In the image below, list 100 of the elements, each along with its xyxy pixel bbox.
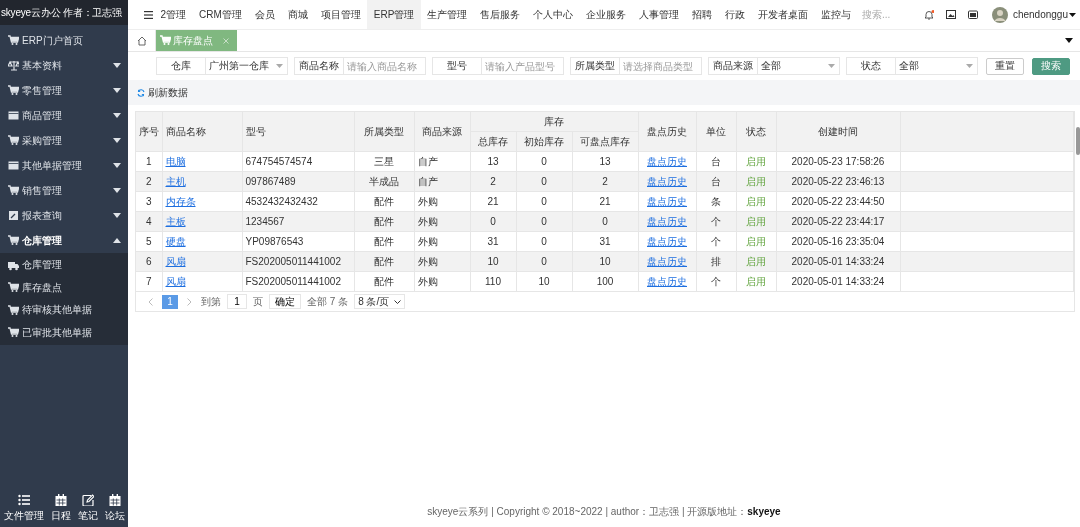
tool-button[interactable]: 笔记 xyxy=(77,494,98,523)
product-link[interactable]: 电脑 xyxy=(165,155,186,167)
status-text: 启用 xyxy=(746,255,766,267)
cart-icon xyxy=(8,327,19,339)
sidebar-subitem[interactable]: 待审核其他单据 xyxy=(0,299,128,322)
pager-label: 页 xyxy=(253,294,263,309)
sidebar-subitem[interactable]: 库存盘点 xyxy=(0,276,128,299)
status-text: 启用 xyxy=(746,175,766,187)
table-cell: 31 xyxy=(470,231,516,252)
nav-tab[interactable]: 个人中心 xyxy=(526,0,580,29)
list-icon xyxy=(17,494,30,506)
nav-tab[interactable]: 监控与 xyxy=(814,0,858,29)
column-header: 所属类型 xyxy=(354,112,414,152)
close-icon xyxy=(223,37,229,44)
nav-tab[interactable]: 项目管理 xyxy=(314,0,368,29)
nav-tab[interactable]: 招聘 xyxy=(685,0,719,29)
sidebar-item[interactable]: ERP门户首页 xyxy=(0,28,128,53)
caret-down-icon xyxy=(113,163,121,168)
nav-tab[interactable]: 2管理 xyxy=(154,0,193,29)
cart-icon xyxy=(8,304,19,316)
table-cell: 个 xyxy=(696,271,736,292)
table-cell: 13 xyxy=(470,151,516,172)
column-header: 盘点历史 xyxy=(638,112,696,152)
input-field[interactable]: 请输入产品型号 xyxy=(481,57,564,75)
sidebar-item[interactable]: 报表查询 xyxy=(0,203,128,228)
nav-tab[interactable]: 人事管理 xyxy=(632,0,686,29)
menu-icon xyxy=(144,10,153,19)
product-link[interactable]: 硬盘 xyxy=(165,235,186,247)
nav-tab[interactable]: 企业服务 xyxy=(579,0,633,29)
status-text: 启用 xyxy=(746,235,766,247)
confirm-button[interactable]: 确定 xyxy=(269,294,301,309)
tool-button[interactable]: 日程 xyxy=(50,494,71,523)
caret-down-icon xyxy=(113,138,121,143)
nav-tab[interactable]: 售后服务 xyxy=(473,0,527,29)
sidebar-item[interactable]: 其他单据管理 xyxy=(0,153,128,178)
table-cell: 1 xyxy=(136,151,162,172)
product-link[interactable]: 主机 xyxy=(165,175,186,187)
table-cell: 台 xyxy=(696,151,736,172)
nav-tab[interactable]: 开发者桌面 xyxy=(751,0,815,29)
chevron-right-icon xyxy=(187,297,192,306)
input-field[interactable]: 请选择商品类型 xyxy=(619,57,702,75)
nav-tab[interactable]: CRM管理 xyxy=(192,0,249,29)
table-cell: 31 xyxy=(572,231,638,252)
nav-tab[interactable]: 商城 xyxy=(281,0,315,29)
box-icon xyxy=(8,110,19,121)
tool-button[interactable]: 文件管理 xyxy=(3,494,44,523)
table-cell: 外购 xyxy=(414,231,470,252)
sidebar-item[interactable]: 基本资料 xyxy=(0,53,128,78)
window-icon xyxy=(967,10,978,19)
sidebar-item[interactable]: 销售管理 xyxy=(0,178,128,203)
caret-up-icon xyxy=(113,238,121,243)
table-cell: 7 xyxy=(136,271,162,292)
nav-tab[interactable]: 行政 xyxy=(718,0,752,29)
sidebar-subitem[interactable]: 仓库管理 xyxy=(0,254,128,277)
bell-icon[interactable] xyxy=(923,9,934,20)
product-link[interactable]: 风扇 xyxy=(165,255,186,267)
product-link[interactable]: 主板 xyxy=(165,215,186,227)
status-text: 启用 xyxy=(746,195,766,207)
edit-icon xyxy=(81,494,94,506)
scrollbar[interactable] xyxy=(1076,127,1080,155)
user-menu[interactable]: chendonggu xyxy=(1012,9,1076,20)
column-header: 状态 xyxy=(736,112,776,152)
status-text: 启用 xyxy=(746,215,766,227)
tool-button[interactable]: 论坛 xyxy=(104,494,125,523)
image-icon xyxy=(945,10,956,19)
select-field[interactable]: 全部 xyxy=(895,57,978,75)
sidebar-item[interactable]: 商品管理 xyxy=(0,103,128,128)
table-cell: 3 xyxy=(136,191,162,212)
page-size-select[interactable]: 8 条/页 xyxy=(354,294,406,309)
table-cell: 21 xyxy=(572,191,638,212)
footer-text: skyeye云系列 | Copyright © 2018~2022 | author：卫志强 | 开源版地址：skyeye xyxy=(426,505,782,519)
product-link[interactable]: 风扇 xyxy=(165,275,186,287)
nav-tab[interactable]: 会员 xyxy=(248,0,282,29)
nav-tab[interactable]: ERP管理 xyxy=(367,0,421,29)
table-cell: 配件 xyxy=(354,191,414,212)
select-field[interactable]: 全部 xyxy=(757,57,840,75)
caret-down-icon xyxy=(966,64,973,68)
table-cell: 配件 xyxy=(354,231,414,252)
sidebar-item[interactable]: 采购管理 xyxy=(0,128,128,153)
table-cell: 外购 xyxy=(414,191,470,212)
nav-tab[interactable]: 生产管理 xyxy=(420,0,474,29)
caret-down-icon xyxy=(113,188,121,193)
caret-down-icon xyxy=(113,213,121,218)
column-header: 型号 xyxy=(242,112,354,152)
select-field[interactable]: 广州第一仓库 xyxy=(205,57,288,75)
caret-down-icon xyxy=(276,64,283,68)
page-input[interactable]: 1 xyxy=(227,294,247,309)
cart-icon xyxy=(8,185,19,196)
sidebar-title: skyeye云办公 作者：卫志强 xyxy=(0,0,128,25)
table-cell: FS202005011441002 xyxy=(242,271,354,292)
sidebar-subitem[interactable]: 已审批其他单据 xyxy=(0,321,128,344)
sidebar-item[interactable]: 仓库管理 xyxy=(0,228,128,253)
refresh-link[interactable]: 刷新数据 xyxy=(137,85,188,100)
sidebar-item[interactable]: 零售管理 xyxy=(0,78,128,103)
calendar-icon xyxy=(108,494,121,506)
caret-down-icon xyxy=(113,63,121,68)
reset-button[interactable]: 重置 xyxy=(986,57,1024,75)
table-cell: 2020-05-16 23:35:04 xyxy=(776,231,900,252)
cart-icon xyxy=(8,35,19,46)
input-field[interactable]: 请输入商品名称 xyxy=(343,57,426,75)
